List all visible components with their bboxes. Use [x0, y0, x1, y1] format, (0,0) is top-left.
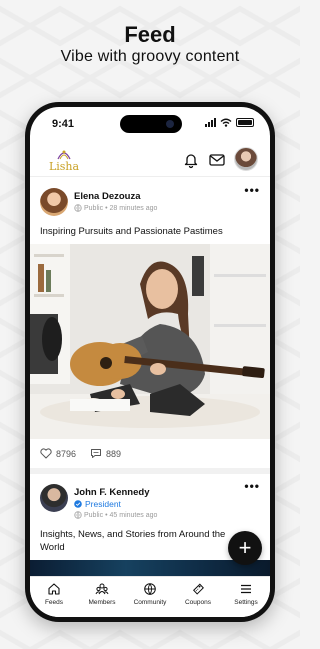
- logo-text: Lisha: [48, 160, 80, 173]
- comment-icon: [91, 449, 102, 458]
- tab-label: Coupons: [184, 599, 212, 606]
- camera-icon: [166, 120, 174, 128]
- wifi-icon: [220, 118, 232, 127]
- verified-icon: [74, 500, 82, 508]
- menu-icon: [241, 584, 251, 594]
- status-time: 9:41: [52, 118, 75, 130]
- author-avatar[interactable]: [40, 484, 68, 512]
- signal-icon: [205, 118, 216, 127]
- meta-separator: •: [105, 204, 108, 212]
- post-meta: Public • 28 minutes ago: [74, 204, 157, 212]
- post-time: 28 minutes ago: [109, 204, 158, 212]
- phone-frame: 9:41 Lisha Elena Dezouza Public • 28 min…: [25, 102, 275, 622]
- feed-list[interactable]: Elena Dezouza Public • 28 minutes ago ••…: [30, 178, 270, 576]
- mail-icon[interactable]: [208, 151, 226, 169]
- post-image[interactable]: [30, 560, 270, 576]
- post-image[interactable]: [30, 244, 270, 439]
- tab-settings[interactable]: Settings: [223, 582, 269, 617]
- promo-title: Feed: [124, 22, 176, 47]
- globe-icon: [144, 583, 156, 596]
- tab-label: Community: [133, 599, 167, 606]
- post-reactions: 8796 889: [40, 448, 121, 459]
- badge-label: President: [85, 499, 121, 509]
- app-logo[interactable]: Lisha: [44, 147, 84, 173]
- feed-post: Elena Dezouza Public • 28 minutes ago ••…: [30, 178, 270, 468]
- create-post-button[interactable]: +: [228, 531, 262, 565]
- tab-members[interactable]: Members: [79, 582, 125, 617]
- post-visibility: Public: [84, 204, 104, 212]
- like-count: 8796: [56, 448, 77, 459]
- phone-screen: 9:41 Lisha Elena Dezouza Public • 28 min…: [30, 107, 270, 617]
- author-name[interactable]: John F. Kennedy: [74, 487, 149, 498]
- author-name[interactable]: Elena Dezouza: [74, 191, 141, 202]
- guitarist-illustration: [30, 244, 270, 439]
- heart-icon: [40, 448, 52, 459]
- bottom-tab-bar: Feeds Members Community Coupons Settings: [30, 576, 270, 617]
- battery-icon: [236, 118, 254, 127]
- post-time: 45 minutes ago: [109, 511, 158, 519]
- globe-small-icon: [74, 511, 82, 519]
- post-meta: Public • 45 minutes ago: [74, 511, 157, 519]
- post-text: Insights, News, and Stories from Around …: [40, 529, 226, 553]
- tab-label: Settings: [234, 599, 258, 606]
- post-text: Inspiring Pursuits and Passionate Pastim…: [40, 226, 223, 237]
- like-button[interactable]: 8796: [40, 448, 76, 459]
- status-icons: [205, 118, 254, 127]
- bell-icon[interactable]: [182, 151, 200, 169]
- comment-count: 889: [106, 448, 122, 459]
- profile-avatar[interactable]: [234, 147, 258, 171]
- author-badge: President: [74, 499, 121, 509]
- tab-label: Feeds: [44, 599, 64, 606]
- coupon-icon: [193, 583, 204, 595]
- more-options-icon[interactable]: •••: [244, 479, 260, 493]
- members-icon: [95, 583, 109, 595]
- globe-small-icon: [74, 204, 82, 212]
- post-visibility: Public: [84, 511, 104, 519]
- dynamic-island: [120, 115, 182, 133]
- promo-subtitle: Vibe with groovy content: [60, 48, 240, 65]
- tab-coupons[interactable]: Coupons: [175, 582, 221, 617]
- tab-label: Members: [88, 599, 116, 606]
- meta-separator: •: [105, 511, 108, 519]
- home-icon: [48, 583, 60, 595]
- more-options-icon[interactable]: •••: [244, 183, 260, 197]
- comment-button[interactable]: 889: [90, 448, 121, 459]
- app-header: Lisha: [30, 141, 270, 177]
- tab-feeds[interactable]: Feeds: [31, 582, 77, 617]
- tab-community[interactable]: Community: [127, 582, 173, 617]
- author-avatar[interactable]: [40, 188, 68, 216]
